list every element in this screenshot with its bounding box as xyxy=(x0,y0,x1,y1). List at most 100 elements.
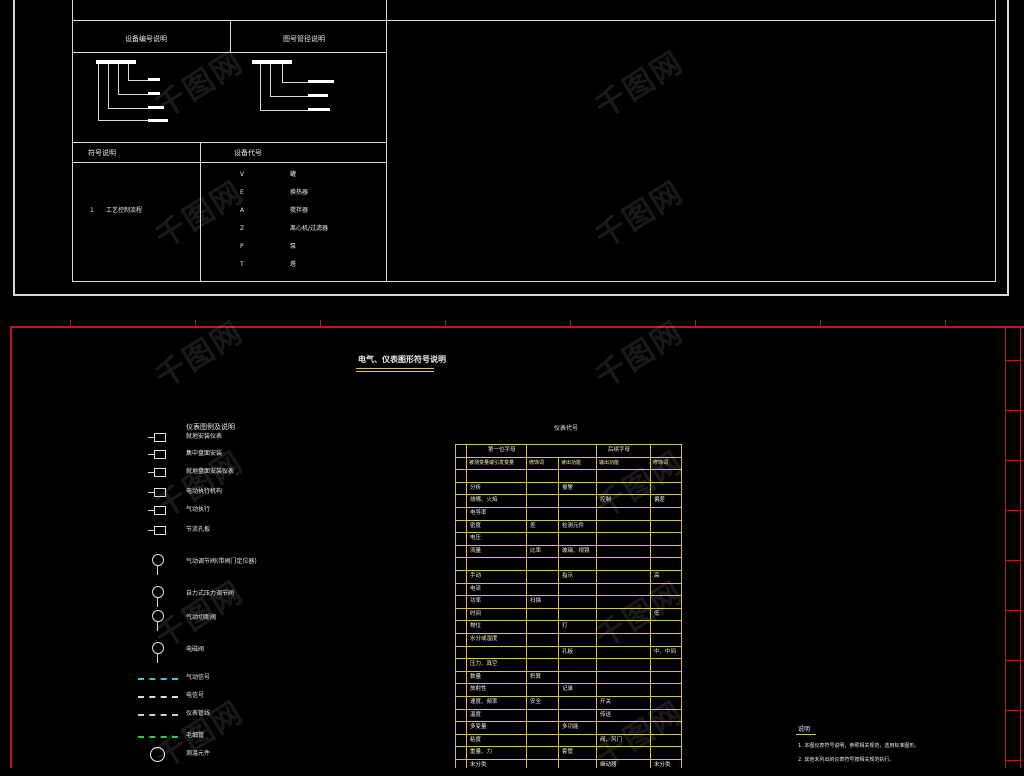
instrument-symbol-icon xyxy=(154,526,166,535)
table-rule xyxy=(466,444,467,768)
device-code: T xyxy=(240,261,244,268)
valve-symbol-icon xyxy=(152,586,164,598)
symbol-stem xyxy=(157,621,158,631)
symbol-label: 仪表管线 xyxy=(186,710,211,717)
table-cell: 数量 xyxy=(470,673,482,680)
table-rule xyxy=(596,444,597,768)
table-cell: 扫描 xyxy=(530,598,542,605)
table-subheader: 修饰词 xyxy=(529,459,545,466)
table-rule xyxy=(455,658,681,660)
device-code: Z xyxy=(240,225,245,232)
symbol-lead xyxy=(148,454,154,455)
symbol-label: 节流孔板 xyxy=(186,526,211,533)
table-rule xyxy=(455,582,681,584)
watermark-text: 千图网 xyxy=(589,44,690,126)
table-cell: 放射性 xyxy=(470,686,487,693)
symbol-stem xyxy=(157,565,158,575)
legend-pipe-header: 图号管径说明 xyxy=(283,35,325,43)
valve-symbol-icon xyxy=(152,642,164,654)
table-rule xyxy=(455,607,681,609)
ruler-tick xyxy=(1005,610,1020,611)
table-cell: 低 xyxy=(654,610,660,617)
device-code: E xyxy=(240,189,244,196)
watermark-text: 千图网 xyxy=(589,174,690,256)
table-cell: 多变量 xyxy=(470,724,487,731)
table-rule xyxy=(455,456,681,458)
table-cell: 烧嘴、火焰 xyxy=(470,497,498,504)
table-cell: 水分或湿度 xyxy=(470,636,498,642)
table-subheader: 读出功能 xyxy=(561,459,582,466)
table-cell: 传送 xyxy=(600,711,612,718)
symbol-lead xyxy=(148,472,154,473)
device-name: 离心机/过滤器 xyxy=(290,225,329,232)
table-cell: 记录 xyxy=(562,686,574,693)
symbol-label: 自力式压力调节阀 xyxy=(186,590,235,597)
table-cell: 手动 xyxy=(470,573,482,579)
table-cell: 分析 xyxy=(470,484,482,491)
signal-line-icon xyxy=(138,736,178,738)
symbol-label: 气动调节阀(带阀门定位器) xyxy=(186,558,257,565)
table-cell: 报警 xyxy=(562,484,574,491)
instrument-symbol-icon xyxy=(154,468,166,477)
table-rule xyxy=(455,532,681,534)
device-header: 设备代号 xyxy=(234,149,262,157)
table-cell: 中、中间 xyxy=(654,648,677,655)
symbol-label: 测温元件 xyxy=(186,750,211,757)
table-rule xyxy=(455,557,681,559)
table-rule xyxy=(455,469,681,471)
drawing-title: 电气、仪表图形符号说明 xyxy=(358,355,446,364)
table-rule xyxy=(455,444,681,445)
ruler-tick xyxy=(820,320,821,328)
legend-title: 仪表图例及说明 xyxy=(186,423,235,431)
table-rule xyxy=(455,759,681,760)
ruler-tick xyxy=(1005,710,1020,711)
table-rule xyxy=(455,683,681,685)
valve-symbol-icon xyxy=(152,610,164,622)
table-cell: 检测元件 xyxy=(562,522,585,529)
symbol-label: 电动执行机构 xyxy=(186,488,223,495)
table-cell: 速度、频率 xyxy=(470,699,498,705)
table-cell: 孔板 xyxy=(562,648,574,655)
instrument-symbol-icon xyxy=(154,450,166,459)
table-cell: 比率 xyxy=(530,547,542,554)
table-cell: 物位 xyxy=(470,623,482,630)
ruler-tick xyxy=(1005,460,1020,461)
symbol-label: 毛细管 xyxy=(186,732,205,739)
table-caption: 仪表代号 xyxy=(554,425,579,432)
ruler-tick xyxy=(1005,360,1020,361)
instrument-symbol-icon xyxy=(154,433,166,442)
table-cell: 密度 xyxy=(470,522,482,529)
symbol-label: 电信号 xyxy=(186,692,205,699)
table-rule xyxy=(455,544,681,546)
table-rule xyxy=(455,444,456,768)
table-subheader: 输出功能 xyxy=(599,459,620,466)
table-rule xyxy=(455,633,681,634)
watermark-text: 千图网 xyxy=(149,174,250,256)
ruler-tick xyxy=(320,320,321,328)
symbol-label: 气动切断阀 xyxy=(186,614,217,621)
table-cell: 电导率 xyxy=(470,510,487,516)
table-rule xyxy=(455,733,681,735)
table-cell: 玻璃、视镜 xyxy=(562,547,590,554)
note-line: 1. 本图仪表符号说明，参照相关规范，选用标准图形。 xyxy=(798,743,920,749)
table-subheader: 修饰词 xyxy=(653,459,669,466)
table-rule xyxy=(455,481,681,483)
table-cell: 温度 xyxy=(470,711,482,718)
table-subheader: 被测变量或引发变量 xyxy=(469,459,515,466)
table-cell: 粘度 xyxy=(470,736,482,743)
device-code: V xyxy=(240,171,245,178)
ruler-tick xyxy=(695,320,696,328)
ruler-tick xyxy=(1005,760,1020,761)
notes-title: 说明 xyxy=(798,726,811,733)
device-code: P xyxy=(240,243,244,250)
watermark-text: 千图网 xyxy=(149,314,250,396)
table-cell: 流量 xyxy=(470,547,482,554)
sensor-circle-icon xyxy=(150,747,165,762)
table-rule xyxy=(455,494,681,496)
signal-line-icon xyxy=(138,696,178,698)
device-name: 罐 xyxy=(290,171,297,178)
table-rule xyxy=(455,721,681,723)
table-cell: 开关 xyxy=(600,699,612,705)
table-rule xyxy=(455,746,681,748)
table-rule xyxy=(455,620,681,622)
